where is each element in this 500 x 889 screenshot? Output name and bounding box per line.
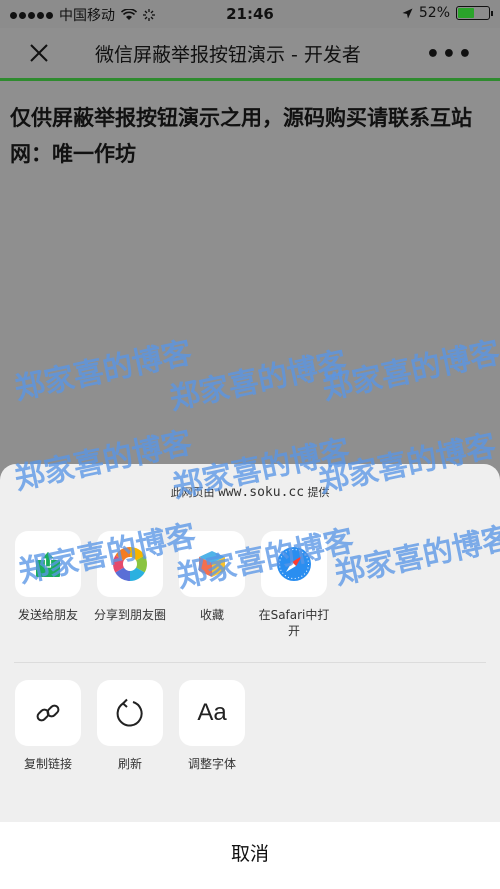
adjust-font[interactable]: Aa 调整字体	[171, 680, 253, 772]
close-icon[interactable]	[24, 38, 54, 68]
battery-group: 52%	[402, 5, 493, 21]
more-button[interactable]: •••	[426, 42, 474, 67]
cancel-button[interactable]: 取消	[0, 822, 500, 889]
nav-bar: 微信屏蔽举报按钮演示 - 开发者 •••	[0, 28, 500, 78]
action-sheet: 此网页由 www.soku.cc 提供 发送给朋友 分享到朋友圈 收藏 在Saf…	[0, 464, 500, 889]
section-divider	[14, 662, 486, 663]
page-content-text: 仅供屏蔽举报按钮演示之用，源码购买请联系互站网：唯一作坊	[10, 106, 472, 166]
tile-label: 复制链接	[23, 757, 72, 771]
watermark-text: 郑家喜的博客	[11, 335, 196, 408]
tile-label: 发送给朋友	[17, 608, 78, 622]
tile-label: 调整字体	[187, 757, 236, 771]
refresh-icon[interactable]	[97, 680, 163, 746]
location-icon	[402, 8, 413, 18]
watermark-text: 郑家喜的博客	[319, 335, 500, 408]
font-icon-glyph: Aa	[197, 699, 227, 726]
link-icon[interactable]	[15, 680, 81, 746]
tile-label: 在Safari中打开	[258, 608, 330, 638]
page-title: 微信屏蔽举报按钮演示 - 开发者	[95, 44, 361, 66]
font-icon[interactable]: Aa	[179, 680, 245, 746]
copy-link[interactable]: 复制链接	[7, 680, 89, 772]
loading-progress-bar	[0, 78, 500, 81]
status-bar: 中国移动 21:46 52%	[0, 0, 500, 28]
tile-label: 刷新	[117, 757, 142, 771]
battery-icon	[456, 6, 493, 20]
battery-percent: 52%	[418, 5, 450, 21]
tile-label: 收藏	[199, 608, 224, 622]
refresh[interactable]: 刷新	[89, 680, 171, 772]
tile-label: 分享到朋友圈	[93, 608, 166, 622]
